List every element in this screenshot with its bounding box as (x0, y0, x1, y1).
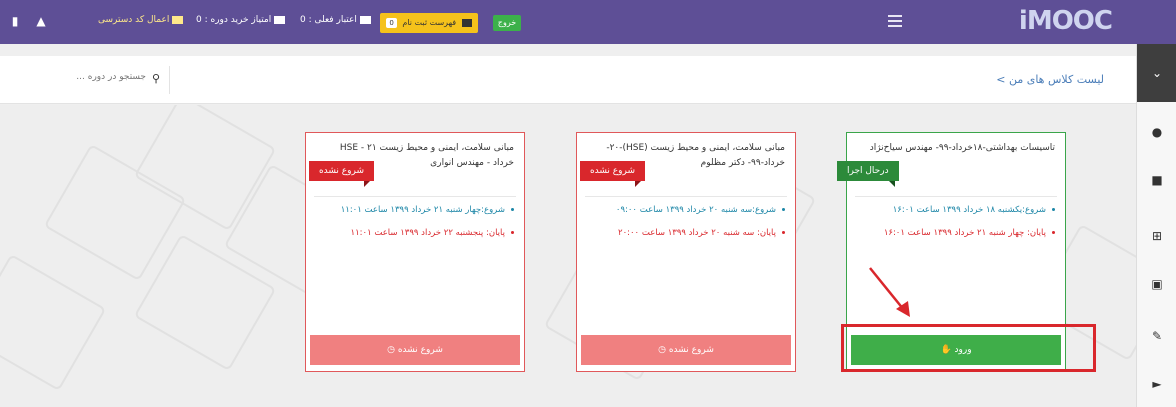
plus-box-icon[interactable]: ⊞ (1149, 228, 1165, 244)
cart-label: فهرست ثبت نام (402, 18, 457, 27)
course-card: مبانی سلامت، ایمنی و محیط زیست (HSE)-۲۰-… (576, 132, 796, 372)
course-card: مبانی سلامت، ایمنی و محیط زیست ۲۱ - HSE … (305, 132, 525, 372)
menu-toggle-icon[interactable] (888, 15, 902, 27)
divider (855, 196, 1057, 197)
end-date: پایان: پنجشنبه ۲۲ خرداد ۱۳۹۹ ساعت ۱۱:۰۱ (351, 228, 514, 238)
list-icon (274, 15, 286, 24)
cart-count-badge: 0 (386, 18, 397, 28)
briefcase-icon[interactable]: ■ (1149, 172, 1165, 188)
access-code-link[interactable]: اعمال کد دسترسی (98, 15, 184, 25)
not-started-button: ◷ شروع نشده (310, 335, 520, 365)
status-badge: شروع نشده (579, 161, 645, 187)
search-input[interactable] (46, 72, 146, 82)
start-date: شروع:سه شنبه ۲۰ خرداد ۱۳۹۹ ساعت ۰۹:۰۰ (616, 205, 785, 215)
status-badge: درحال اجرا (837, 161, 899, 187)
current-credit: اعتبار فعلی : 0 (300, 15, 371, 25)
divider (314, 196, 516, 197)
not-started-button: ◷ شروع نشده (581, 335, 791, 365)
start-date: شروع:چهار شنبه ۲۱ خرداد ۱۳۹۹ ساعت ۱۱:۰۱ (341, 205, 514, 215)
search-icon[interactable]: ⚲ (152, 72, 160, 85)
logo[interactable]: iMOOC (1012, 6, 1113, 36)
status-badge: شروع نشده (308, 161, 374, 187)
cart-button[interactable]: 0 فهرست ثبت نام (380, 13, 478, 33)
course-points: امتیاز خرید دوره : 0 (196, 15, 286, 25)
cart-icon (461, 18, 472, 27)
chat-icon[interactable]: ▮ (8, 14, 22, 28)
edit-icon[interactable]: ✎ (1149, 328, 1165, 344)
top-navbar: iMOOC ▮ ▲ اعمال کد دسترسی امتیاز خرید دو… (0, 0, 1176, 44)
right-sidebar: ⌄ ● ■ ⊞ ▣ ✎ ► (1136, 44, 1176, 407)
megaphone-icon[interactable]: ► (1149, 376, 1165, 392)
annotation-arrow-icon (869, 267, 910, 317)
card-icon (172, 15, 184, 24)
annotation-highlight-box (841, 324, 1096, 372)
subbar: لیست کلاس های من > ⚲ (0, 56, 1136, 104)
collapse-chevron-icon[interactable]: ⌄ (1137, 44, 1176, 102)
decorative-hexagon (0, 253, 107, 392)
dashboard-icon[interactable]: ● (1149, 124, 1165, 140)
logo-text: iMOOC (1018, 6, 1113, 36)
end-date: پایان: چهار شنبه ۲۱ خرداد ۱۳۹۹ ساعت ۱۶:۰… (884, 228, 1055, 238)
exit-button[interactable]: خروج (493, 15, 521, 31)
search-box: ⚲ (0, 66, 170, 94)
end-date: پایان: سه شنبه ۲۰ خرداد ۱۳۹۹ ساعت ۲۰:۰۰ (618, 228, 785, 238)
notification-bell-icon[interactable]: ▲ (34, 14, 48, 28)
breadcrumb[interactable]: لیست کلاس های من > (996, 73, 1104, 86)
start-date: شروع:یکشنبه ۱۸ خرداد ۱۳۹۹ ساعت ۱۶:۰۱ (893, 205, 1055, 215)
divider (585, 196, 787, 197)
course-title: تاسیسات بهداشتی-۱۸خرداد-۹۹- مهندس سیاح‌ن… (869, 143, 1055, 153)
money-icon[interactable]: ▣ (1149, 276, 1165, 292)
wallet-icon (359, 15, 371, 24)
